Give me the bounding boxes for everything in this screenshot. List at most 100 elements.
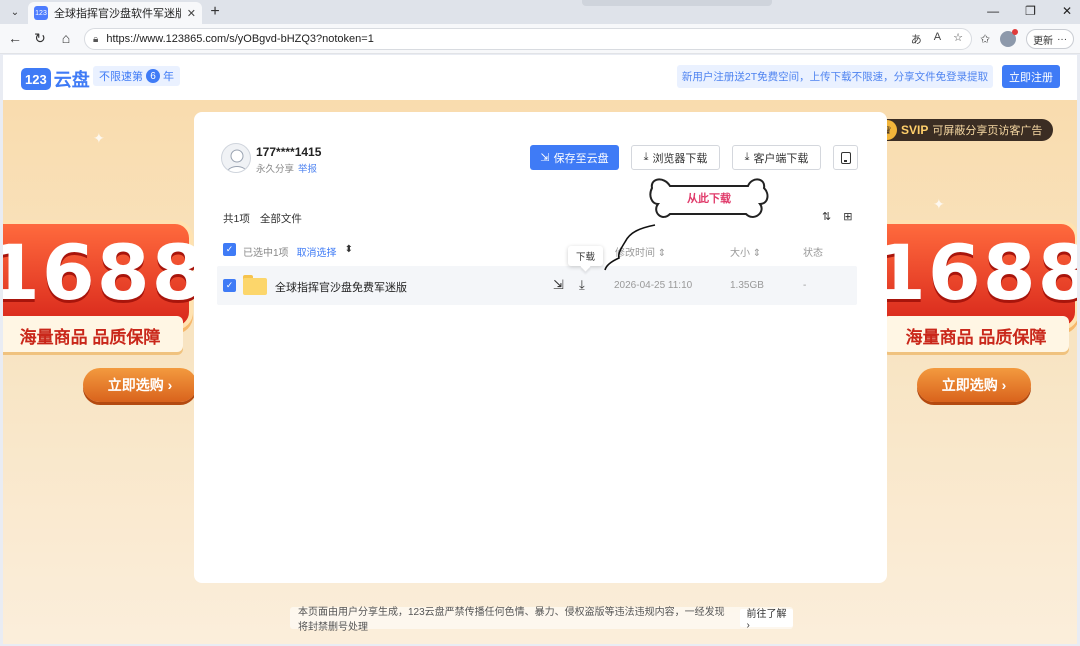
table-row[interactable]: ✓ 全球指挥官沙盘免费军迷版 ⇲ ⤓ 2026-04-25 11:10 1.35…: [217, 266, 857, 305]
site-info-lock-icon[interactable]: 🔒︎: [93, 34, 98, 45]
all-files-breadcrumb[interactable]: 全部文件: [260, 211, 302, 226]
save-label: 保存至云盘: [553, 152, 609, 165]
sort-arrow-icon[interactable]: ⬍: [345, 244, 353, 259]
save-to-cloud-button[interactable]: ⇲ 保存至云盘: [530, 145, 619, 170]
ad-ribbon: 海量商品 品质保障: [3, 316, 183, 352]
home-icon[interactable]: ⌂: [57, 30, 75, 46]
owner-avatar: [221, 143, 251, 173]
compliance-notice: 本页面由用户分享生成，123云盘严禁传播任何色情、暴力、侵权盗版等违法违规内容，…: [290, 607, 793, 633]
browser-tab[interactable]: 123 全球指挥官沙盘软件军迷版_123云盘 ✕: [28, 2, 202, 24]
browser-right-actions: ✩ 更新 ···: [980, 29, 1075, 49]
download-row-icon[interactable]: ⤓: [579, 277, 585, 293]
save-icon: ⇲: [540, 152, 550, 164]
phone-icon: [840, 151, 851, 164]
address-bar[interactable]: 🔒︎ https://www.123865.com/s/yOBgvd-bHZQ3…: [84, 28, 972, 50]
tab-list-chevron-icon[interactable]: ⌄: [6, 4, 24, 20]
annotation-callout: 从此下载: [648, 174, 770, 224]
share-validity: 永久分享: [256, 164, 295, 175]
download-tooltip: 下载: [568, 246, 603, 266]
update-label: 更新: [1033, 35, 1054, 47]
browser-update-button[interactable]: 更新 ···: [1026, 29, 1075, 49]
close-window-icon[interactable]: ✕: [1062, 4, 1072, 18]
url-text[interactable]: https://www.123865.com/s/yOBgvd-bHZQ3?no…: [106, 33, 910, 45]
browser-download-label: 浏览器下载: [652, 152, 708, 165]
tab-title: 全球指挥官沙盘软件军迷版_123云盘: [54, 8, 181, 20]
site-header: 123 云盘 不限速第 6 年 新用户注册送2T免费空间，上传下载不限速，分享文…: [3, 55, 1077, 100]
ad-number-panel: 1688: [869, 220, 1077, 330]
file-size: 1.35GB: [730, 280, 764, 291]
svip-brand: SVIP: [901, 123, 929, 137]
compliance-text: 本页面由用户分享生成，123云盘严禁传播任何色情、暴力、侵权盗版等违法违规内容，…: [298, 607, 725, 633]
row-checkbox[interactable]: ✓: [223, 279, 236, 292]
more-menu-icon: ···: [1057, 33, 1068, 45]
mobile-qr-button[interactable]: [833, 145, 858, 170]
slogan-number: 6: [146, 69, 160, 83]
selected-count: 已选中1项: [243, 248, 289, 259]
profile-avatar-icon[interactable]: [1000, 29, 1019, 47]
slogan-badge: 不限速第 6 年: [93, 66, 180, 86]
logo-badge: 123: [21, 68, 51, 90]
svip-banner[interactable]: ♛ SVIP 可屏蔽分享页访客广告: [873, 119, 1053, 141]
tab-drag-area: [582, 0, 772, 6]
ad-tagline: 海量商品 品质保障: [905, 328, 1047, 347]
selection-info: 已选中1项 取消选择 ⬍: [243, 244, 353, 259]
register-button[interactable]: 立即注册: [1002, 65, 1060, 88]
favorites-list-icon[interactable]: ✩: [980, 32, 990, 46]
file-name[interactable]: 全球指挥官沙盘免费军迷版: [275, 279, 407, 295]
annotation-text: 从此下载: [687, 193, 731, 205]
favorite-star-icon[interactable]: ☆: [953, 31, 963, 47]
owner-name: 177****1415: [256, 145, 322, 159]
learn-more-button[interactable]: 前往了解 ›: [740, 609, 793, 631]
grid-view-icon[interactable]: ⊞: [843, 210, 852, 223]
folder-icon: [243, 275, 267, 295]
report-link[interactable]: 举报: [298, 161, 317, 175]
client-download-button[interactable]: ⤓ 客户端下载: [732, 145, 821, 170]
tab-close-icon[interactable]: ✕: [187, 7, 196, 20]
download-icon: ⤓: [643, 151, 649, 163]
svip-text: 可屏蔽分享页访客广告: [932, 125, 1043, 137]
file-summary: 共1项 全部文件: [223, 211, 302, 226]
browser-download-button[interactable]: ⤓ 浏览器下载: [631, 145, 720, 170]
ad-number-panel: 1688: [3, 220, 205, 330]
ad-number: 1688: [873, 228, 1077, 317]
window-controls: — ❐ ✕: [987, 4, 1072, 18]
sparkle-icon: ✦: [93, 130, 105, 146]
select-all-checkbox[interactable]: ✓: [223, 243, 236, 256]
sparkle-icon: ✦: [933, 196, 945, 212]
new-tab-plus-icon[interactable]: +: [206, 3, 224, 21]
cancel-selection-link[interactable]: 取消选择: [297, 244, 337, 259]
ad-number: 1688: [3, 228, 207, 317]
restore-icon[interactable]: ❐: [1025, 4, 1036, 18]
col-status: 状态: [803, 248, 823, 259]
read-aloud-icon[interactable]: A: [934, 31, 941, 47]
ad-ribbon: 海量商品 品质保障: [883, 316, 1069, 352]
view-switcher: ⇅ ⊞: [822, 210, 852, 223]
translate-icon[interactable]: あ: [911, 31, 922, 47]
col-size[interactable]: 大小 ⇕: [730, 244, 761, 259]
browser-tab-strip: ⌄ 123 全球指挥官沙盘软件军迷版_123云盘 ✕ + — ❐ ✕: [0, 0, 1080, 24]
reload-icon[interactable]: ↻: [31, 30, 49, 47]
address-bar-actions: あ A ☆: [911, 31, 963, 47]
back-arrow-icon[interactable]: ←: [6, 30, 24, 46]
download-icon: ⤓: [744, 151, 750, 163]
minimize-icon[interactable]: —: [987, 4, 999, 18]
slogan-suffix: 年: [163, 71, 174, 83]
file-modified: 2026-04-25 11:10: [614, 280, 693, 291]
logo-text: 云盘: [53, 70, 90, 90]
slogan-prefix: 不限速第: [99, 71, 143, 83]
col-size-label: 大小: [730, 248, 750, 259]
ad-tagline: 海量商品 品质保障: [19, 328, 161, 347]
annotation-arrow: [604, 224, 656, 271]
item-count: 共1项: [223, 213, 250, 225]
browser-toolbar: ← ↻ ⌂ 🔒︎ https://www.123865.com/s/yOBgvd…: [0, 24, 1080, 54]
left-ad-cta-button[interactable]: 立即选购 ›: [83, 368, 197, 402]
site-logo[interactable]: 123 云盘: [21, 66, 90, 92]
sort-icon[interactable]: ⇅: [822, 210, 831, 223]
client-download-label: 客户端下载: [753, 152, 809, 165]
file-status: -: [803, 280, 807, 291]
share-card: 177****1415 永久分享 举报 ⇲ 保存至云盘 ⤓ 浏览器下载 ⤓ 客户…: [194, 112, 887, 583]
save-row-icon[interactable]: ⇲: [553, 277, 564, 293]
right-ad-cta-button[interactable]: 立即选购 ›: [917, 368, 1031, 402]
share-meta: 永久分享 举报: [256, 161, 317, 175]
promo-banner[interactable]: 新用户注册送2T免费空间，上传下载不限速，分享文件免登录提取: [677, 65, 993, 88]
